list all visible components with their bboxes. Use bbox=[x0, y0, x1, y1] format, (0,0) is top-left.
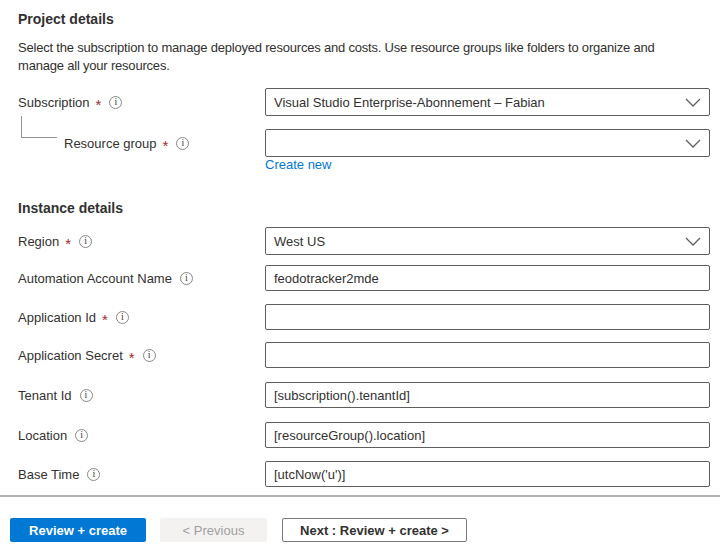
chevron-down-icon bbox=[685, 98, 701, 107]
next-button[interactable]: Next : Review + create > bbox=[282, 518, 467, 542]
description-line-2: manage all your resources. bbox=[18, 57, 655, 75]
info-icon[interactable]: i bbox=[116, 311, 129, 324]
description-line-1: Select the subscription to manage deploy… bbox=[18, 39, 655, 57]
review-create-button[interactable]: Review + create bbox=[10, 518, 146, 542]
info-icon[interactable]: i bbox=[80, 389, 93, 402]
location-label: Location bbox=[18, 428, 67, 443]
resource-group-label: Resource group bbox=[64, 136, 157, 151]
field-row-base-time: Base Time i bbox=[0, 461, 720, 487]
region-label: Region bbox=[18, 234, 59, 249]
instance-details-heading: Instance details bbox=[18, 200, 123, 216]
field-row-resource-group: Resource group * i bbox=[0, 129, 720, 157]
info-icon[interactable]: i bbox=[87, 468, 100, 481]
application-secret-label: Application Secret bbox=[18, 348, 123, 363]
create-new-link[interactable]: Create new bbox=[265, 157, 331, 172]
application-secret-input[interactable] bbox=[265, 342, 710, 368]
location-input[interactable] bbox=[265, 422, 710, 448]
required-marker: * bbox=[96, 96, 102, 113]
base-time-input[interactable] bbox=[265, 461, 710, 487]
field-row-location: Location i bbox=[0, 422, 720, 448]
application-id-input[interactable] bbox=[265, 304, 710, 330]
subscription-label-group: Subscription * i bbox=[18, 88, 122, 116]
field-row-tenant-id: Tenant Id i bbox=[0, 382, 720, 408]
required-marker: * bbox=[163, 137, 169, 154]
field-row-application-secret: Application Secret * i bbox=[0, 342, 720, 368]
info-icon[interactable]: i bbox=[176, 137, 189, 150]
previous-button[interactable]: < Previous bbox=[160, 518, 267, 542]
deployment-form: Project details Select the subscription … bbox=[0, 0, 720, 556]
application-id-label: Application Id bbox=[18, 310, 96, 325]
footer-divider bbox=[0, 495, 720, 497]
location-label-group: Location i bbox=[18, 422, 88, 448]
info-icon[interactable]: i bbox=[180, 272, 193, 285]
field-row-automation-account-name: Automation Account Name i bbox=[0, 265, 720, 291]
required-marker: * bbox=[129, 349, 135, 366]
field-row-region: Region * i West US bbox=[0, 227, 720, 255]
automation-account-name-label-group: Automation Account Name i bbox=[18, 265, 193, 291]
chevron-down-icon bbox=[685, 139, 701, 148]
automation-account-name-label: Automation Account Name bbox=[18, 271, 172, 286]
application-secret-label-group: Application Secret * i bbox=[18, 342, 156, 368]
project-details-description: Select the subscription to manage deploy… bbox=[18, 39, 655, 75]
application-id-label-group: Application Id * i bbox=[18, 304, 129, 330]
base-time-label-group: Base Time i bbox=[18, 461, 100, 487]
info-icon[interactable]: i bbox=[109, 96, 122, 109]
region-dropdown[interactable]: West US bbox=[265, 227, 710, 255]
region-value: West US bbox=[274, 234, 325, 249]
required-marker: * bbox=[65, 235, 71, 252]
base-time-label: Base Time bbox=[18, 467, 79, 482]
project-details-heading: Project details bbox=[18, 11, 114, 27]
tenant-id-label: Tenant Id bbox=[18, 388, 72, 403]
region-label-group: Region * i bbox=[18, 227, 92, 255]
subscription-dropdown[interactable]: Visual Studio Enterprise-Abonnement – Fa… bbox=[265, 88, 710, 116]
field-row-application-id: Application Id * i bbox=[0, 304, 720, 330]
chevron-down-icon bbox=[685, 237, 701, 246]
required-marker: * bbox=[102, 311, 108, 328]
info-icon[interactable]: i bbox=[79, 235, 92, 248]
automation-account-name-input[interactable] bbox=[265, 265, 710, 291]
resource-group-dropdown[interactable] bbox=[265, 129, 710, 157]
tenant-id-label-group: Tenant Id i bbox=[18, 382, 93, 408]
info-icon[interactable]: i bbox=[143, 349, 156, 362]
field-row-subscription: Subscription * i Visual Studio Enterpris… bbox=[0, 88, 720, 116]
subscription-value: Visual Studio Enterprise-Abonnement – Fa… bbox=[274, 95, 545, 110]
tenant-id-input[interactable] bbox=[265, 382, 710, 408]
resource-group-label-group: Resource group * i bbox=[64, 129, 189, 157]
info-icon[interactable]: i bbox=[75, 429, 88, 442]
subscription-label: Subscription bbox=[18, 95, 90, 110]
